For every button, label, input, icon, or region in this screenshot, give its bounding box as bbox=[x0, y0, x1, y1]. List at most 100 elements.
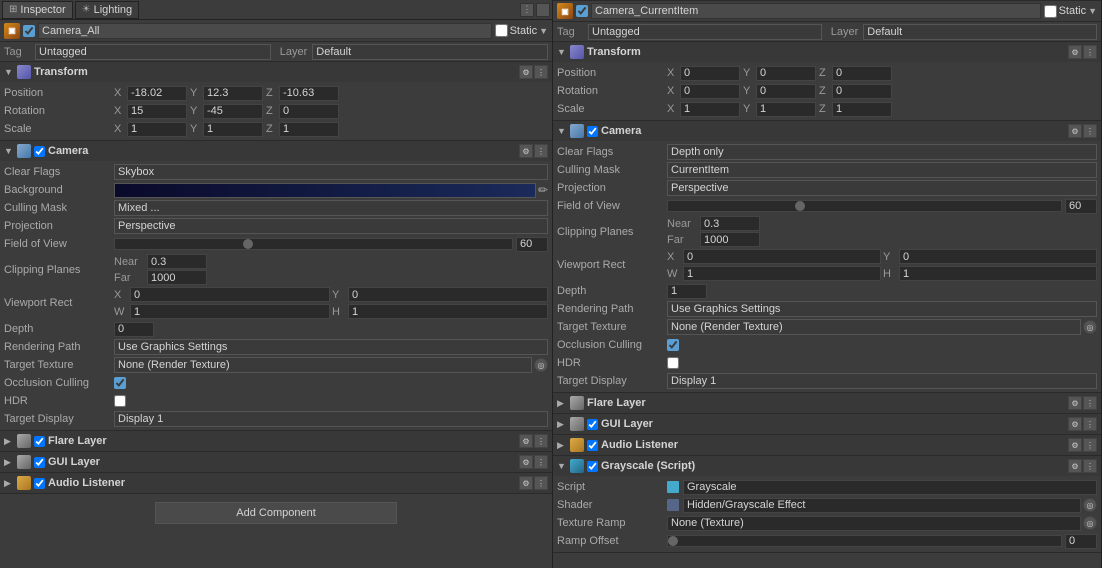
script-input[interactable] bbox=[683, 480, 1097, 495]
right-fov-input[interactable] bbox=[1065, 199, 1097, 214]
target-texture-circle-btn[interactable]: ◎ bbox=[534, 358, 548, 372]
camera-settings-icon[interactable]: ⚙ bbox=[519, 144, 533, 158]
right-clear-flags-dropdown[interactable]: Depth only bbox=[667, 144, 1097, 160]
right-tag-dropdown[interactable]: Untagged bbox=[588, 24, 822, 40]
right-projection-dropdown[interactable]: Perspective bbox=[667, 180, 1097, 196]
camera-header[interactable]: ▼ Camera ⚙ ⋮ bbox=[0, 141, 552, 161]
audio-context-icon[interactable]: ⋮ bbox=[534, 476, 548, 490]
ramp-offset-input[interactable] bbox=[1065, 534, 1097, 549]
shader-circle-btn[interactable]: ◎ bbox=[1083, 498, 1097, 512]
position-z-input[interactable] bbox=[279, 86, 339, 101]
viewport-y-input[interactable] bbox=[348, 287, 548, 302]
right-position-y-input[interactable] bbox=[756, 66, 816, 81]
viewport-h-input[interactable] bbox=[348, 304, 548, 319]
right-audio-active-checkbox[interactable] bbox=[587, 440, 598, 451]
right-flare-layer-header[interactable]: ▶ Flare Layer ⚙ ⋮ bbox=[553, 393, 1101, 413]
scale-y-input[interactable] bbox=[203, 122, 263, 137]
transform-context-icon[interactable]: ⋮ bbox=[534, 65, 548, 79]
right-camera-header[interactable]: ▼ Camera ⚙ ⋮ bbox=[553, 121, 1101, 141]
texture-ramp-input[interactable] bbox=[667, 516, 1081, 531]
static-dropdown-arrow[interactable]: ▼ bbox=[539, 26, 548, 36]
right-gui-settings-icon[interactable]: ⚙ bbox=[1068, 417, 1082, 431]
right-hdr-checkbox[interactable] bbox=[667, 357, 679, 369]
right-camera-active-checkbox[interactable] bbox=[587, 126, 598, 137]
right-far-input[interactable] bbox=[700, 232, 760, 247]
static-checkbox[interactable] bbox=[495, 24, 508, 37]
scale-z-input[interactable] bbox=[279, 122, 339, 137]
scale-x-input[interactable] bbox=[127, 122, 187, 137]
fov-input[interactable] bbox=[516, 237, 548, 252]
audio-listener-header[interactable]: ▶ Audio Listener ⚙ ⋮ bbox=[0, 473, 552, 493]
right-gui-active-checkbox[interactable] bbox=[587, 419, 598, 430]
camera-active-checkbox[interactable] bbox=[34, 146, 45, 157]
rotation-y-input[interactable] bbox=[203, 104, 263, 119]
right-transform-settings-icon[interactable]: ⚙ bbox=[1068, 45, 1082, 59]
right-static-dropdown-arrow[interactable]: ▼ bbox=[1088, 6, 1097, 16]
position-y-input[interactable] bbox=[203, 86, 263, 101]
fov-slider[interactable] bbox=[114, 238, 513, 250]
far-input[interactable] bbox=[147, 270, 207, 285]
camera-context-icon[interactable]: ⋮ bbox=[534, 144, 548, 158]
right-camera-settings-icon[interactable]: ⚙ bbox=[1068, 124, 1082, 138]
flare-context-icon[interactable]: ⋮ bbox=[534, 434, 548, 448]
ramp-offset-slider[interactable] bbox=[667, 535, 1062, 547]
culling-mask-dropdown[interactable]: Mixed ... bbox=[114, 200, 548, 216]
tag-dropdown[interactable]: Untagged bbox=[35, 44, 271, 60]
right-gui-layer-header[interactable]: ▶ GUI Layer ⚙ ⋮ bbox=[553, 414, 1101, 434]
right-scale-x-input[interactable] bbox=[680, 102, 740, 117]
background-color-swatch[interactable] bbox=[114, 183, 536, 198]
right-transform-header[interactable]: ▼ Transform ⚙ ⋮ bbox=[553, 42, 1101, 62]
right-scale-z-input[interactable] bbox=[832, 102, 892, 117]
right-flare-settings-icon[interactable]: ⚙ bbox=[1068, 396, 1082, 410]
occlusion-checkbox[interactable] bbox=[114, 377, 126, 389]
gui-settings-icon[interactable]: ⚙ bbox=[519, 455, 533, 469]
right-target-texture-circle-btn[interactable]: ◎ bbox=[1083, 320, 1097, 334]
depth-input[interactable] bbox=[114, 322, 154, 337]
right-viewport-h-input[interactable] bbox=[899, 266, 1097, 281]
right-audio-settings-icon[interactable]: ⚙ bbox=[1068, 438, 1082, 452]
audio-active-checkbox[interactable] bbox=[34, 478, 45, 489]
grayscale-context-icon[interactable]: ⋮ bbox=[1083, 459, 1097, 473]
viewport-x-input[interactable] bbox=[130, 287, 330, 302]
right-static-checkbox[interactable] bbox=[1044, 5, 1057, 18]
right-fov-slider[interactable] bbox=[667, 200, 1062, 212]
right-audio-listener-header[interactable]: ▶ Audio Listener ⚙ ⋮ bbox=[553, 435, 1101, 455]
right-transform-context-icon[interactable]: ⋮ bbox=[1083, 45, 1097, 59]
texture-ramp-circle-btn[interactable]: ◎ bbox=[1083, 516, 1097, 530]
right-object-name-input[interactable] bbox=[591, 3, 1041, 19]
right-layer-dropdown[interactable]: Default bbox=[863, 24, 1097, 40]
right-rotation-x-input[interactable] bbox=[680, 84, 740, 99]
shader-input[interactable] bbox=[683, 498, 1081, 513]
rotation-z-input[interactable] bbox=[279, 104, 339, 119]
flare-layer-header[interactable]: ▶ Flare Layer ⚙ ⋮ bbox=[0, 431, 552, 451]
lock-icon[interactable] bbox=[536, 3, 550, 17]
right-rendering-path-dropdown[interactable]: Use Graphics Settings bbox=[667, 301, 1097, 317]
viewport-w-input[interactable] bbox=[130, 304, 330, 319]
right-object-active-checkbox[interactable] bbox=[576, 5, 588, 17]
grayscale-header[interactable]: ▼ Grayscale (Script) ⚙ ⋮ bbox=[553, 456, 1101, 476]
right-rotation-z-input[interactable] bbox=[832, 84, 892, 99]
transform-settings-icon[interactable]: ⚙ bbox=[519, 65, 533, 79]
flare-settings-icon[interactable]: ⚙ bbox=[519, 434, 533, 448]
right-flare-context-icon[interactable]: ⋮ bbox=[1083, 396, 1097, 410]
gui-active-checkbox[interactable] bbox=[34, 457, 45, 468]
color-picker-icon[interactable]: ✏ bbox=[538, 183, 548, 197]
right-viewport-w-input[interactable] bbox=[683, 266, 881, 281]
target-texture-dropdown[interactable]: None (Render Texture) bbox=[114, 357, 532, 373]
tab-lighting[interactable]: ☀ Lighting bbox=[75, 1, 140, 19]
right-target-texture-dropdown[interactable]: None (Render Texture) bbox=[667, 319, 1081, 335]
target-display-dropdown[interactable]: Display 1 bbox=[114, 411, 548, 427]
near-input[interactable] bbox=[147, 254, 207, 269]
right-rotation-y-input[interactable] bbox=[756, 84, 816, 99]
panel-options-icon[interactable]: ⋮ bbox=[520, 3, 534, 17]
right-culling-mask-dropdown[interactable]: CurrentItem bbox=[667, 162, 1097, 178]
right-position-x-input[interactable] bbox=[680, 66, 740, 81]
gui-layer-header[interactable]: ▶ GUI Layer ⚙ ⋮ bbox=[0, 452, 552, 472]
right-viewport-x-input[interactable] bbox=[683, 249, 881, 264]
right-camera-context-icon[interactable]: ⋮ bbox=[1083, 124, 1097, 138]
right-target-display-dropdown[interactable]: Display 1 bbox=[667, 373, 1097, 389]
right-depth-input[interactable] bbox=[667, 284, 707, 299]
grayscale-settings-icon[interactable]: ⚙ bbox=[1068, 459, 1082, 473]
grayscale-active-checkbox[interactable] bbox=[587, 461, 598, 472]
layer-dropdown[interactable]: Default bbox=[312, 44, 548, 60]
